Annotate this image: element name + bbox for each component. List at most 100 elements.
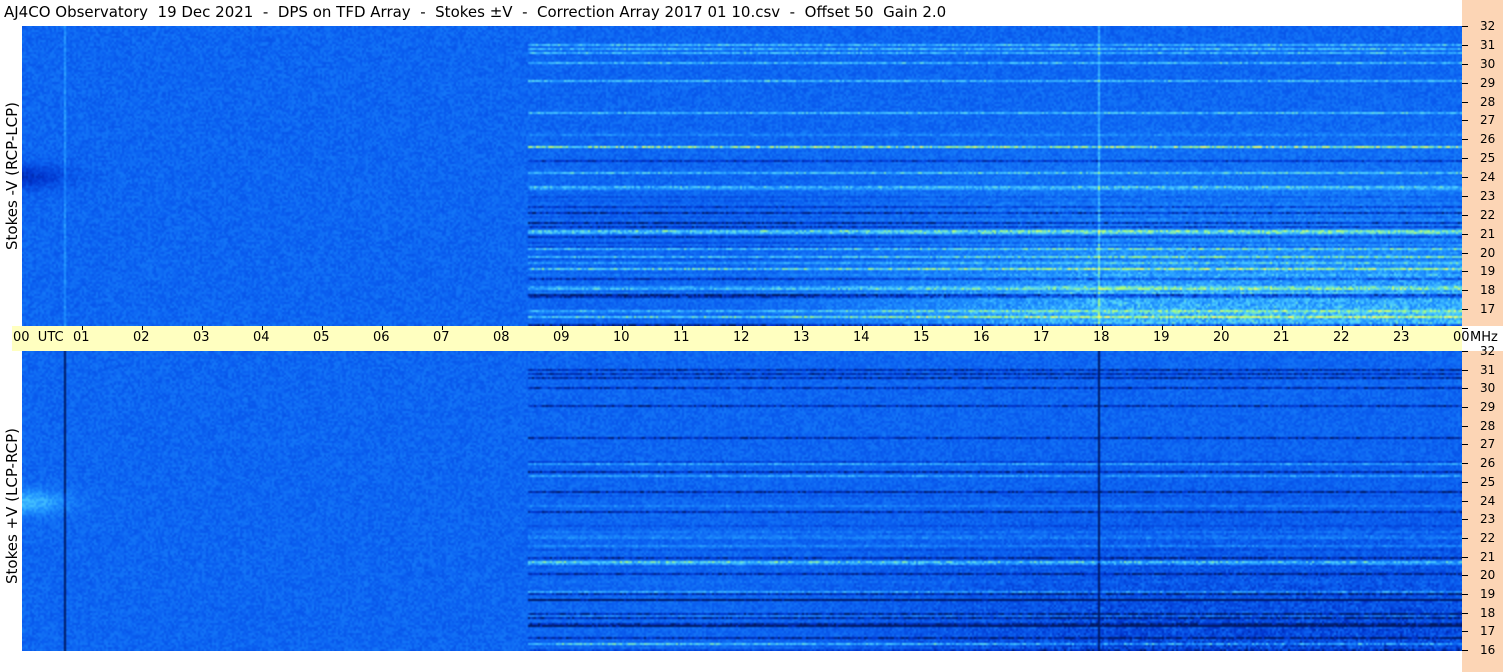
time-tick-label: 14 (853, 330, 870, 345)
time-tick-label: 15 (913, 330, 930, 345)
spectrogram-bottom (22, 351, 1462, 651)
time-tick-label: 12 (733, 330, 750, 345)
frequency-tick-mark (1462, 594, 1468, 595)
time-tick-label: 11 (673, 330, 690, 345)
frequency-tick-label: 24 (1480, 170, 1496, 184)
time-tick-mark (1222, 326, 1223, 330)
time-tick-label: 04 (253, 330, 270, 345)
frequency-tick-label: 25 (1480, 151, 1496, 166)
y-axis-label-bottom: Stokes +V (LCP-RCP) (3, 428, 21, 584)
frequency-tick-mark (1462, 215, 1468, 216)
time-tick-label: 19 (1153, 330, 1170, 345)
frequency-tick-label: 29 (1480, 75, 1496, 90)
frequency-tick-mark (1462, 120, 1468, 121)
frequency-tick-label: 23 (1480, 188, 1496, 203)
time-tick-label: 08 (493, 330, 510, 345)
frequency-tick-mark (1462, 309, 1468, 310)
time-tick-label: 01 (73, 330, 90, 345)
frequency-tick-mark (1462, 177, 1468, 178)
time-tick-label: 23 (1393, 330, 1410, 345)
time-tick-mark (922, 326, 923, 330)
time-tick-mark (502, 326, 503, 330)
time-tick-label: 09 (553, 330, 570, 345)
time-tick-mark (562, 326, 563, 330)
frequency-tick-mark (1462, 444, 1468, 445)
time-tick-label: 02 (133, 330, 150, 345)
y-axis-label-top: Stokes -V (RCP-LCP) (3, 102, 21, 250)
frequency-tick-mark (1462, 83, 1468, 84)
frequency-tick-label: 31 (1480, 37, 1496, 52)
frequency-tick-mark (1462, 328, 1468, 329)
frequency-tick-mark (1462, 351, 1468, 352)
chart-title: AJ4CO Observatory 19 Dec 2021 - DPS on T… (4, 3, 947, 21)
time-tick-label: 00 UTC (13, 330, 64, 345)
time-tick-label: 20 (1213, 330, 1230, 345)
time-tick-label: 18 (1093, 330, 1110, 345)
frequency-tick-label: 19 (1480, 264, 1496, 279)
frequency-tick-mark (1462, 519, 1468, 520)
time-tick-mark (1162, 326, 1163, 330)
frequency-tick-label: 16 (1480, 643, 1496, 657)
time-tick-mark (1282, 326, 1283, 330)
time-tick-label: 22 (1333, 330, 1350, 345)
frequency-tick-mark (1462, 631, 1468, 632)
time-tick-mark (82, 326, 83, 330)
time-tick-mark (322, 326, 323, 330)
frequency-tick-mark (1462, 64, 1468, 65)
frequency-tick-label: 18 (1480, 605, 1496, 620)
frequency-tick-mark (1462, 613, 1468, 614)
frequency-unit-label: MHz (1470, 330, 1498, 345)
time-tick-mark (1402, 326, 1403, 330)
frequency-tick-mark (1462, 271, 1468, 272)
frequency-tick-mark (1462, 370, 1468, 371)
frequency-tick-label: 21 (1480, 549, 1496, 564)
frequency-tick-label: 27 (1480, 437, 1496, 452)
frequency-tick-mark (1462, 538, 1468, 539)
frequency-tick-mark (1462, 234, 1468, 235)
time-tick-mark (682, 326, 683, 330)
frequency-tick-mark (1462, 253, 1468, 254)
time-tick-mark (262, 326, 263, 330)
time-tick-label: 10 (613, 330, 630, 345)
time-tick-mark (142, 326, 143, 330)
frequency-tick-mark (1462, 575, 1468, 576)
frequency-tick-label: 23 (1480, 512, 1496, 527)
time-tick-label: 03 (193, 330, 210, 345)
frequency-tick-mark (1462, 102, 1468, 103)
frequency-tick-label: 17 (1480, 624, 1496, 639)
time-tick-mark (862, 326, 863, 330)
frequency-tick-label: 21 (1480, 226, 1496, 241)
time-tick-label: 16 (973, 330, 990, 345)
frequency-tick-mark (1462, 407, 1468, 408)
frequency-tick-mark (1462, 45, 1468, 46)
frequency-tick-label: 24 (1480, 493, 1496, 508)
frequency-tick-label: 32 (1480, 19, 1496, 33)
frequency-tick-mark (1462, 26, 1468, 27)
frequency-tick-mark (1462, 290, 1468, 291)
time-tick-mark (622, 326, 623, 330)
frequency-tick-label: 17 (1480, 302, 1496, 317)
frequency-tick-mark (1462, 650, 1468, 651)
frequency-tick-mark (1462, 557, 1468, 558)
frequency-tick-mark (1462, 196, 1468, 197)
frequency-tick-label: 28 (1480, 418, 1496, 433)
frequency-tick-label: 26 (1480, 456, 1496, 471)
frequency-tick-label: 32 (1480, 344, 1496, 358)
frequency-tick-label: 30 (1480, 381, 1496, 396)
time-tick-label: 13 (793, 330, 810, 345)
spectrogram-top (22, 26, 1462, 326)
frequency-tick-label: 20 (1480, 245, 1496, 260)
frequency-tick-label: 28 (1480, 94, 1496, 109)
frequency-tick-mark (1462, 482, 1468, 483)
frequency-tick-mark (1462, 158, 1468, 159)
frequency-tick-label: 22 (1480, 530, 1496, 545)
time-tick-mark (442, 326, 443, 330)
frequency-tick-label: 19 (1480, 586, 1496, 601)
time-tick-mark (982, 326, 983, 330)
time-tick-label: 05 (313, 330, 330, 345)
frequency-tick-label: 26 (1480, 132, 1496, 147)
time-tick-mark (1342, 326, 1343, 330)
time-tick-mark (1102, 326, 1103, 330)
frequency-tick-mark (1462, 463, 1468, 464)
frequency-tick-label: 29 (1480, 400, 1496, 415)
